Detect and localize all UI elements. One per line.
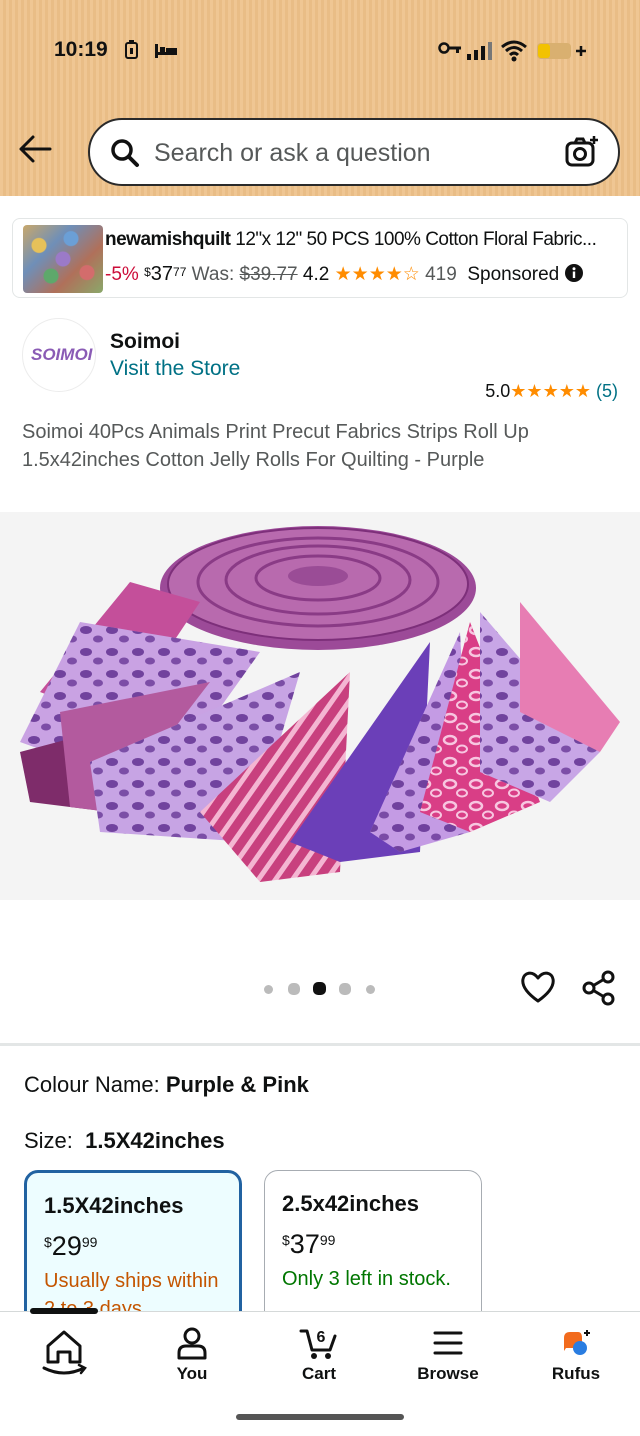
battery-icon — [537, 43, 586, 59]
camera-lens-icon[interactable] — [564, 134, 600, 170]
search-placeholder[interactable]: Search or ask a question — [154, 139, 431, 168]
signal-icon — [467, 42, 492, 60]
carousel-dot[interactable] — [366, 985, 375, 994]
key-icon — [438, 42, 461, 54]
sponsored-review-count: 419 — [425, 264, 457, 285]
sponsored-label: Sponsored — [467, 264, 560, 285]
nav-label: Cart — [301, 1364, 336, 1383]
rating-value: 5.0 — [485, 381, 511, 401]
store-name: Soimoi — [110, 330, 181, 353]
sponsored-product-banner[interactable]: newamishquilt 12"x 12" 50 PCS 100% Cotto… — [12, 218, 628, 298]
colour-label: Colour Name: — [24, 1072, 160, 1097]
size-value: 1.5X42inches — [85, 1128, 225, 1153]
status-time: 10:19 — [54, 38, 108, 61]
menu-icon — [433, 1331, 463, 1355]
nav-you[interactable]: You — [142, 1326, 242, 1384]
person-icon — [177, 1327, 207, 1360]
option-stock: Only 3 left in stock. — [282, 1268, 451, 1290]
store-logo[interactable]: SOIMOI — [22, 318, 96, 392]
colour-value: Purple & Pink — [165, 1072, 309, 1097]
size-label: Size: — [24, 1128, 73, 1153]
sleep-icon — [155, 44, 177, 58]
product-title: Soimoi 40Pcs Animals Print Precut Fabric… — [22, 421, 529, 471]
sponsored-brand: newamishquilt — [105, 229, 231, 250]
sponsored-product-thumbnail[interactable] — [23, 225, 103, 293]
option-price: $3799 — [282, 1229, 336, 1259]
option-name: 2.5x42inches — [282, 1191, 419, 1216]
nav-browse[interactable]: Browse — [398, 1326, 498, 1384]
discount-badge: -5% — [105, 264, 139, 285]
sponsored-price-line: -5% $3777 Was: $39.77 4.2 ★★★★☆ 419 Spon… — [105, 263, 583, 286]
nav-cart[interactable]: 6 Cart — [269, 1326, 369, 1384]
sponsored-title[interactable]: newamishquilt 12"x 12" 50 PCS 100% Cotto… — [105, 229, 597, 251]
option-price: $2999 — [44, 1231, 98, 1261]
price-fraction: 77 — [173, 265, 187, 279]
cart-badge: 6 — [317, 1329, 326, 1346]
back-arrow-icon[interactable] — [18, 134, 52, 164]
wifi-icon — [501, 40, 527, 62]
sponsored-rating: 4.2 — [302, 264, 330, 285]
product-image[interactable] — [0, 512, 640, 900]
price-currency: $ — [144, 265, 151, 279]
star-rating-icon: ★★★★☆ — [334, 264, 420, 285]
size-selector: Size: 1.5X42inches — [24, 1128, 225, 1154]
carousel-dot[interactable] — [339, 983, 351, 995]
info-icon[interactable] — [564, 264, 583, 282]
review-count: (5) — [596, 381, 618, 401]
section-divider — [0, 1043, 640, 1046]
option-name: 1.5X42inches — [44, 1193, 184, 1218]
carousel-dot[interactable] — [288, 983, 300, 995]
was-label: Was: — [191, 264, 235, 285]
cart-icon: 6 — [299, 1329, 337, 1359]
share-icon[interactable] — [582, 970, 616, 1006]
was-price: $39.77 — [239, 264, 298, 285]
gesture-home-bar[interactable] — [236, 1414, 404, 1420]
product-rating[interactable]: 5.0★★★★★ (5) — [485, 381, 618, 402]
status-bar: 10:19 — [0, 34, 640, 70]
nav-home[interactable] — [14, 1326, 114, 1382]
star-rating-icon: ★★★★★ — [510, 381, 591, 401]
search-bar[interactable]: Search or ask a question — [88, 118, 620, 186]
search-icon — [111, 139, 139, 167]
nav-rufus[interactable]: Rufus — [526, 1326, 626, 1384]
nav-label: Rufus — [551, 1364, 601, 1383]
home-icon — [42, 1330, 87, 1375]
carousel-dot[interactable] — [264, 985, 273, 994]
fabric-roll-illustration — [20, 526, 620, 882]
visit-store-link[interactable]: Visit the Store — [110, 357, 240, 381]
price-whole: 37 — [150, 263, 174, 285]
colour-selector: Colour Name: Purple & Pink — [24, 1072, 309, 1098]
carousel-dot-active[interactable] — [313, 982, 326, 995]
battery-saver-icon — [125, 40, 138, 59]
nav-label: Browse — [417, 1364, 479, 1383]
active-tab-indicator — [30, 1308, 98, 1314]
rufus-icon — [564, 1330, 590, 1355]
sponsored-title-text: 12"x 12" 50 PCS 100% Cotton Floral Fabri… — [230, 229, 597, 250]
heart-icon[interactable] — [520, 970, 556, 1004]
nav-label: You — [176, 1364, 208, 1383]
app-header: 10:19 Search or ask a question — [0, 0, 640, 196]
